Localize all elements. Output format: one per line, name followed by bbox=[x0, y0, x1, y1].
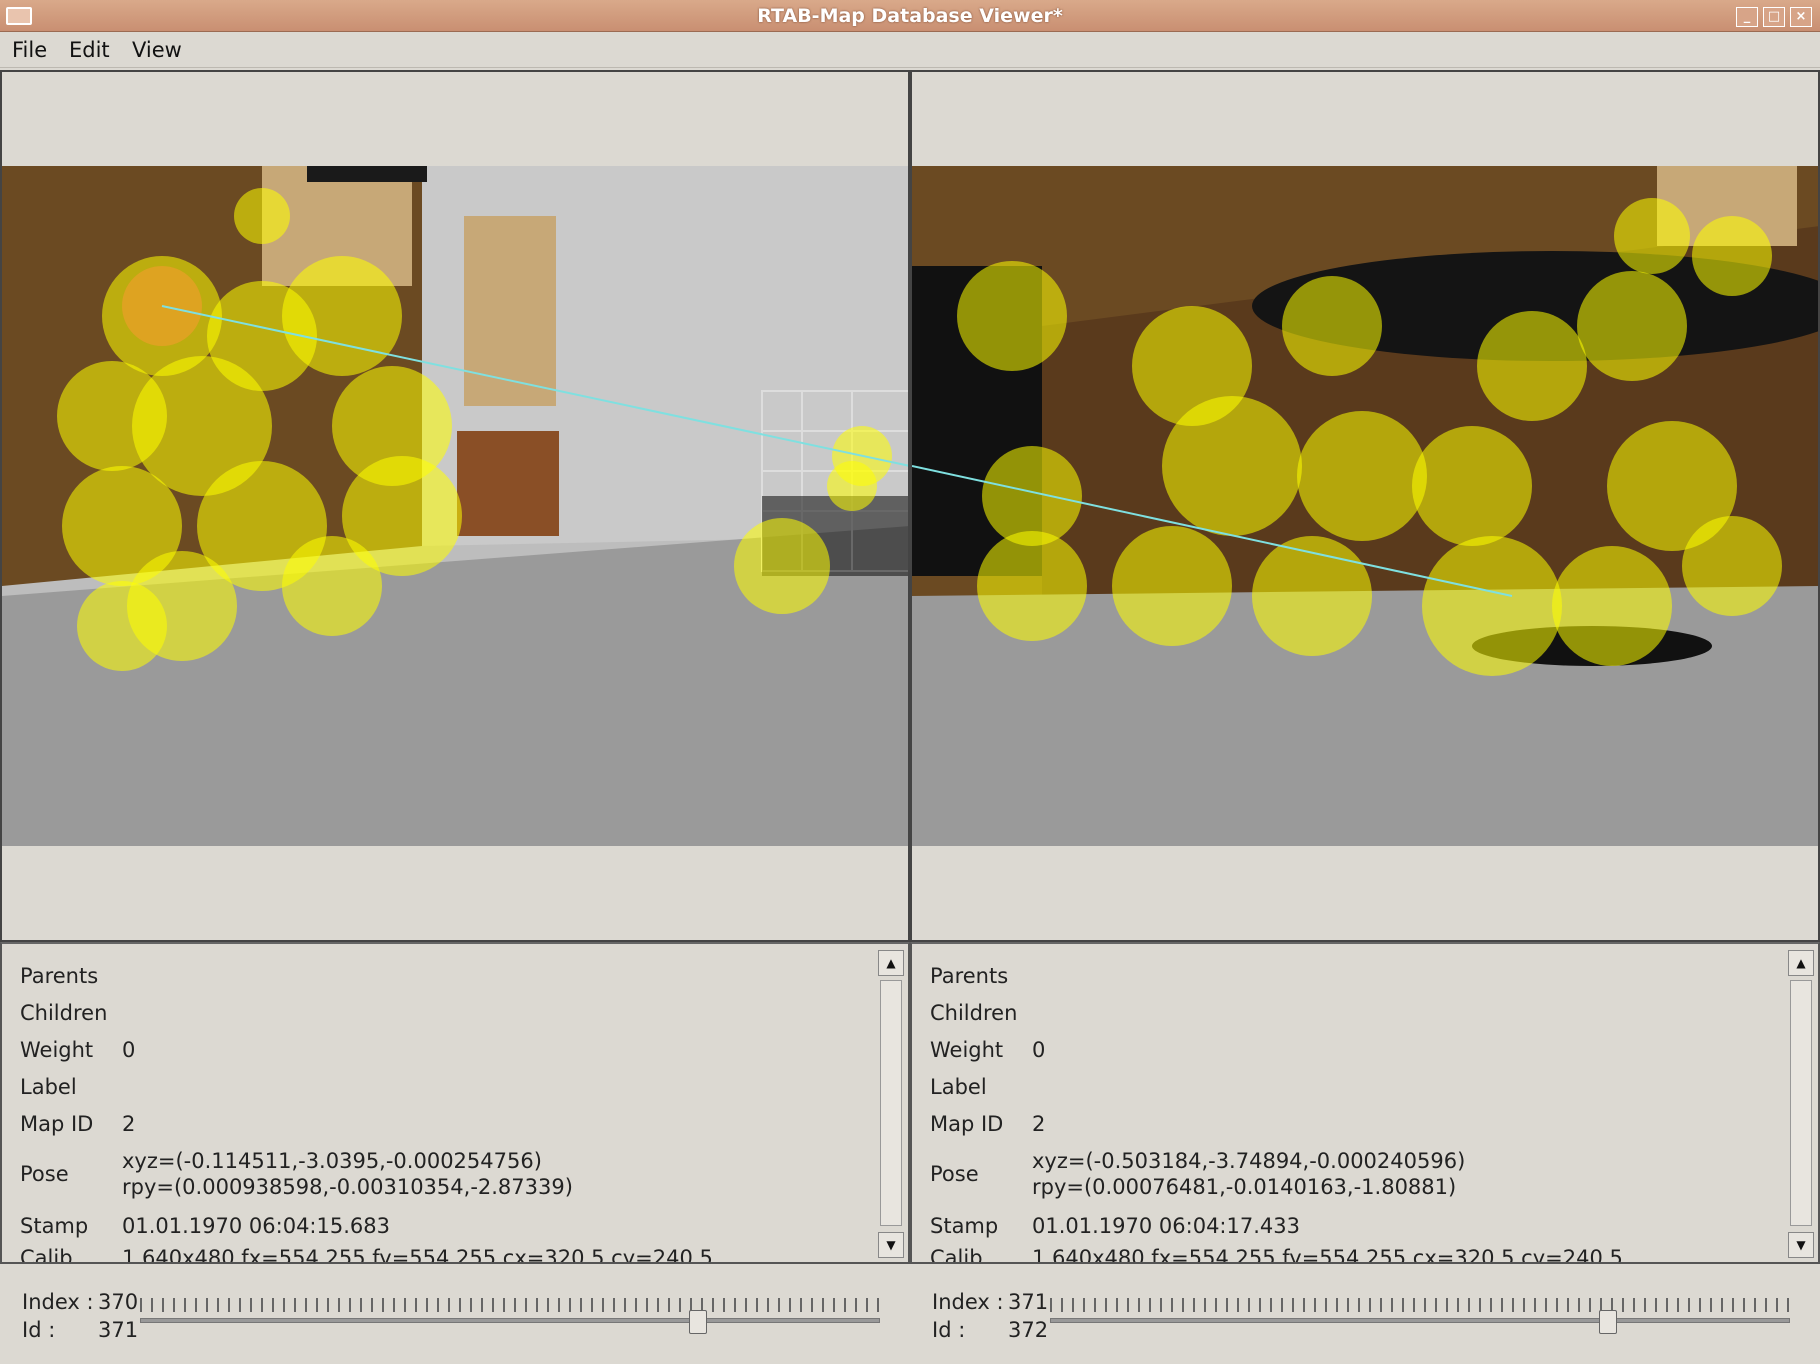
info-scrollbar-right[interactable]: ▲ ▼ bbox=[1788, 950, 1814, 1258]
slider-ticks bbox=[1050, 1298, 1790, 1312]
maximize-button[interactable]: □ bbox=[1763, 7, 1785, 27]
id-value: 371 bbox=[98, 1318, 139, 1342]
parents-label: Parents bbox=[930, 964, 1009, 988]
stamp-row: Stamp 01.01.1970 06:04:15.683 bbox=[20, 1214, 390, 1238]
id-label: Id : bbox=[932, 1318, 966, 1342]
minimize-button[interactable]: _ bbox=[1736, 7, 1758, 27]
mapid-value: 2 bbox=[1032, 1112, 1046, 1136]
menu-bar: File Edit View bbox=[0, 32, 1820, 68]
node-info-right: Parents Children Weight 0 Label Map ID 2 P… bbox=[910, 942, 1820, 1264]
label-label: Label bbox=[20, 1075, 77, 1099]
pose-xyz: xyz=(-0.114511,-3.0395,-0.000254756) bbox=[122, 1149, 542, 1173]
mapid-label: Map ID bbox=[930, 1112, 1004, 1136]
calib-value: 1 640x480 fx=554.255 fy=554.255 cx=320.5… bbox=[122, 1246, 713, 1264]
index-slider[interactable] bbox=[1050, 1298, 1790, 1334]
pose-label: Pose bbox=[20, 1162, 69, 1186]
scroll-down-arrow-icon[interactable]: ▼ bbox=[1788, 1232, 1814, 1258]
slider-groove bbox=[1050, 1318, 1790, 1323]
weight-value: 0 bbox=[122, 1038, 136, 1062]
slider-handle[interactable] bbox=[689, 1310, 707, 1334]
menu-file[interactable]: File bbox=[12, 38, 47, 62]
controls-left: Index : 370 Id : 371 bbox=[0, 1268, 910, 1364]
calib-row: Calib 1 640x480 fx=554.255 fy=554.255 cx=… bbox=[930, 1246, 1623, 1264]
stamp-label: Stamp bbox=[20, 1214, 89, 1238]
pose-xyz: xyz=(-0.503184,-3.74894,-0.000240596) bbox=[1032, 1149, 1466, 1173]
camera-image-left bbox=[2, 166, 908, 846]
stamp-label: Stamp bbox=[930, 1214, 999, 1238]
controls-right: Index : 371 Id : 372 bbox=[910, 1268, 1820, 1364]
node-info-left: Parents Children Weight 0 Label Map ID 2 P… bbox=[0, 942, 910, 1264]
menu-view[interactable]: View bbox=[132, 38, 182, 62]
weight-value: 0 bbox=[1032, 1038, 1046, 1062]
weight-label: Weight bbox=[20, 1038, 94, 1062]
image-view-left[interactable] bbox=[0, 70, 910, 942]
slider-groove bbox=[140, 1318, 880, 1323]
pose-rpy: rpy=(0.000938598,-0.00310354,-2.87339) bbox=[122, 1175, 573, 1199]
parents-label: Parents bbox=[20, 964, 99, 988]
scroll-down-arrow-icon[interactable]: ▼ bbox=[878, 1232, 904, 1258]
calib-value: 1 640x480 fx=554.255 fy=554.255 cx=320.5… bbox=[1032, 1246, 1623, 1264]
calib-label: Calib bbox=[20, 1246, 73, 1264]
stamp-value: 01.01.1970 06:04:17.433 bbox=[1032, 1214, 1300, 1238]
slider-handle[interactable] bbox=[1599, 1310, 1617, 1334]
calib-label: Calib bbox=[930, 1246, 983, 1264]
title-bar: RTAB-Map Database Viewer* _ □ × bbox=[0, 0, 1820, 32]
id-label: Id : bbox=[22, 1318, 56, 1342]
weight-label: Weight bbox=[930, 1038, 1004, 1062]
info-scrollbar-left[interactable]: ▲ ▼ bbox=[878, 950, 904, 1258]
weight-row: Weight 0 bbox=[930, 1038, 1045, 1062]
camera-image-right bbox=[912, 166, 1818, 846]
close-button[interactable]: × bbox=[1790, 7, 1812, 27]
label-label: Label bbox=[930, 1075, 987, 1099]
mapid-label: Map ID bbox=[20, 1112, 94, 1136]
window-title: RTAB-Map Database Viewer* bbox=[757, 5, 1063, 27]
image-view-right[interactable] bbox=[910, 70, 1820, 942]
children-label: Children bbox=[930, 1001, 1018, 1025]
mapid-row: Map ID 2 bbox=[20, 1112, 135, 1136]
index-label: Index : bbox=[932, 1290, 1004, 1314]
index-value: 370 bbox=[98, 1290, 139, 1314]
mapid-value: 2 bbox=[122, 1112, 136, 1136]
stamp-value: 01.01.1970 06:04:15.683 bbox=[122, 1214, 390, 1238]
stamp-row: Stamp 01.01.1970 06:04:17.433 bbox=[930, 1214, 1300, 1238]
slider-ticks bbox=[140, 1298, 880, 1312]
pose-rpy: rpy=(0.00076481,-0.0140163,-1.80881) bbox=[1032, 1175, 1457, 1199]
scroll-up-arrow-icon[interactable]: ▲ bbox=[878, 950, 904, 976]
index-label: Index : bbox=[22, 1290, 94, 1314]
menu-edit[interactable]: Edit bbox=[69, 38, 110, 62]
index-value: 371 bbox=[1008, 1290, 1049, 1314]
calib-row: Calib 1 640x480 fx=554.255 fy=554.255 cx=… bbox=[20, 1246, 713, 1264]
id-value: 372 bbox=[1008, 1318, 1049, 1342]
weight-row: Weight 0 bbox=[20, 1038, 135, 1062]
scroll-track[interactable] bbox=[1790, 980, 1812, 1226]
children-label: Children bbox=[20, 1001, 108, 1025]
index-slider[interactable] bbox=[140, 1298, 880, 1334]
pose-label: Pose bbox=[930, 1162, 979, 1186]
scroll-track[interactable] bbox=[880, 980, 902, 1226]
scroll-up-arrow-icon[interactable]: ▲ bbox=[1788, 950, 1814, 976]
mapid-row: Map ID 2 bbox=[930, 1112, 1045, 1136]
